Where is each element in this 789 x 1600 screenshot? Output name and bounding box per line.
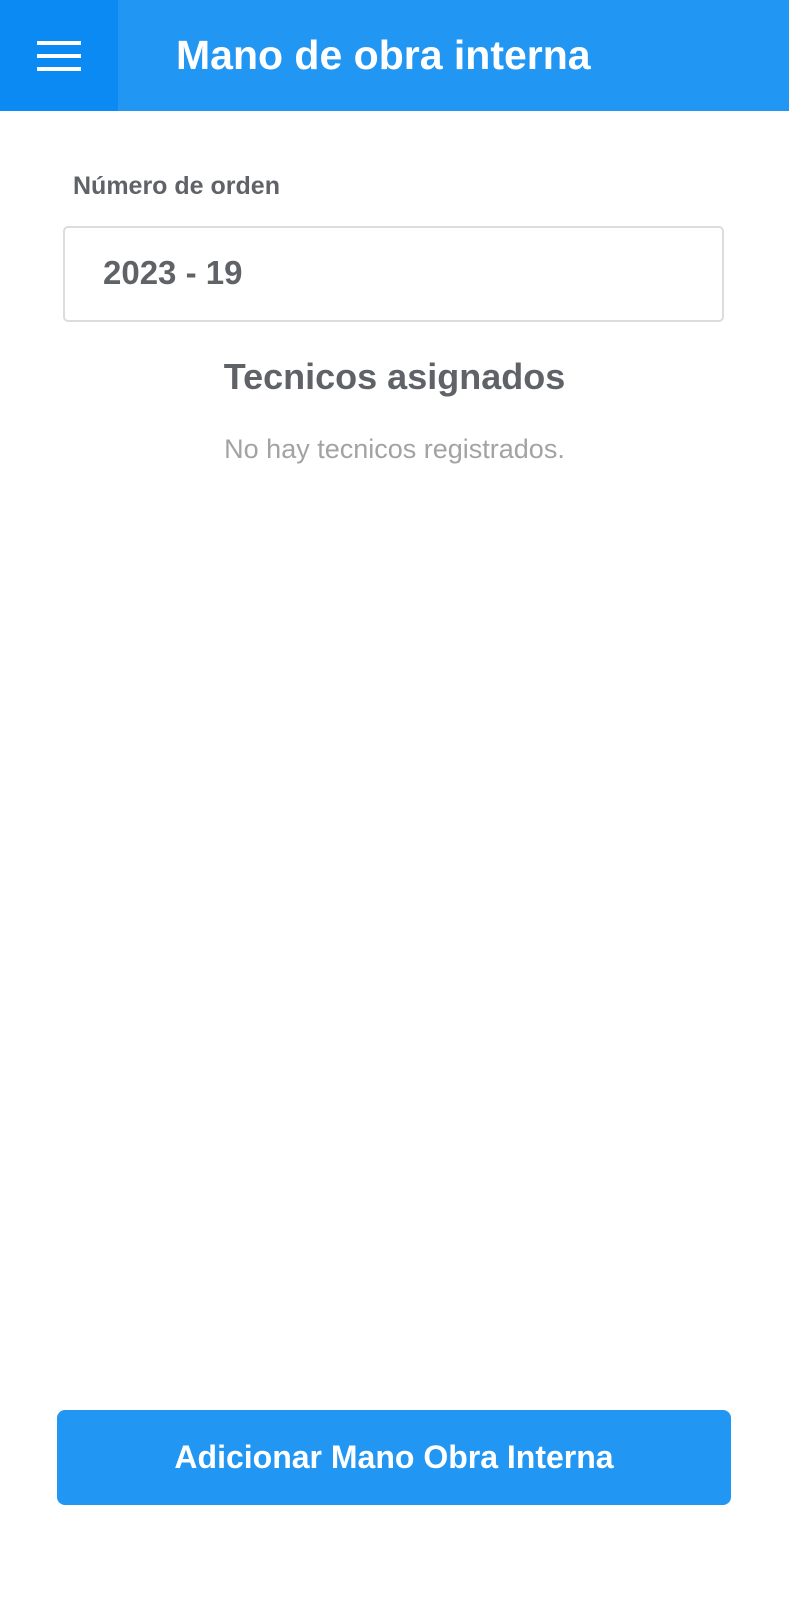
assigned-technicians-title: Tecnicos asignados <box>223 356 566 397</box>
order-number-field[interactable]: 2023 - 19 <box>63 226 724 322</box>
empty-technicians-message: No hay tecnicos registrados. <box>224 434 565 464</box>
add-internal-labor-button-label: Adicionar Mano Obra Interna <box>174 1439 614 1475</box>
order-number-label: Número de orden <box>73 172 280 200</box>
order-number-value: 2023 - 19 <box>103 254 243 291</box>
menu-button[interactable] <box>0 0 118 111</box>
app-bar: Mano de obra interna <box>0 0 789 111</box>
add-internal-labor-button[interactable]: Adicionar Mano Obra Interna <box>57 1410 731 1505</box>
menu-icon <box>37 40 81 71</box>
page-title: Mano de obra interna <box>176 32 591 78</box>
